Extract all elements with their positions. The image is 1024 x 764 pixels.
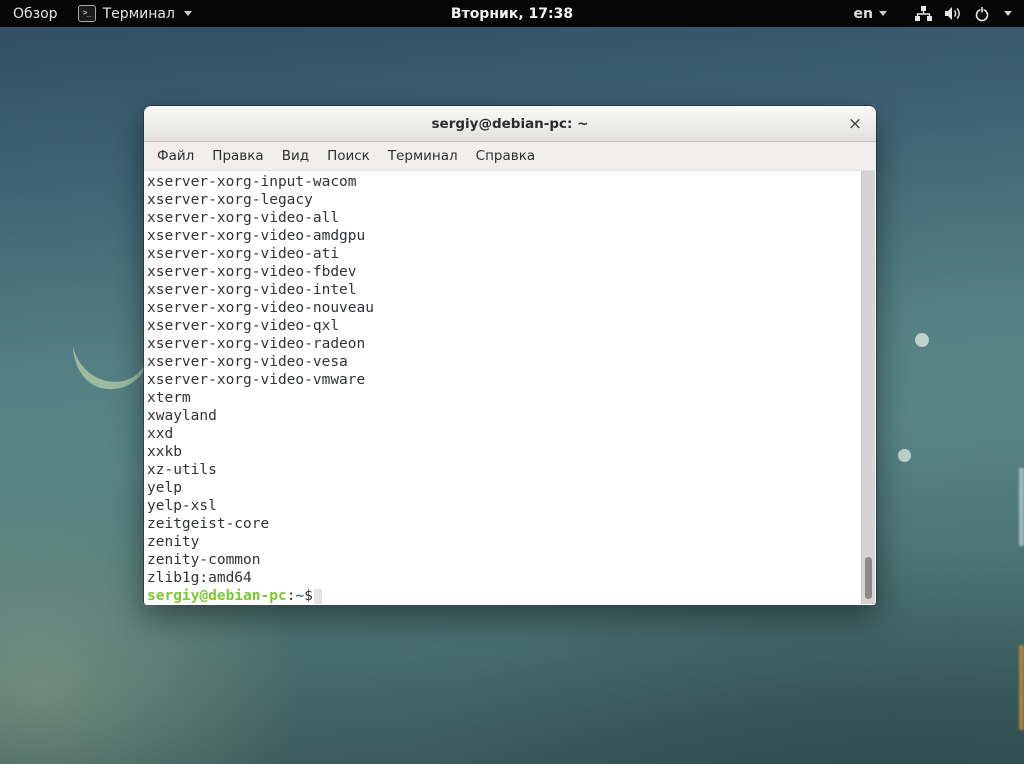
terminal-output: xserver-xorg-input-wacomxserver-xorg-leg…: [144, 171, 876, 587]
terminal-line: zenity-common: [147, 551, 876, 569]
app-menu-label: Терминал: [103, 6, 175, 22]
menu-terminal[interactable]: Терминал: [379, 144, 467, 168]
window-titlebar[interactable]: sergiy@debian-pc: ~ ×: [144, 106, 876, 142]
terminal-line: zenity: [147, 533, 876, 551]
activities-button[interactable]: Обзор: [9, 4, 62, 24]
menu-help[interactable]: Справка: [467, 144, 544, 168]
terminal-line: xwayland: [147, 407, 876, 425]
terminal-line: xz-utils: [147, 461, 876, 479]
app-menu-terminal[interactable]: >_ Терминал: [78, 5, 192, 22]
terminal-line: xserver-xorg-video-intel: [147, 281, 876, 299]
terminal-line: yelp: [147, 479, 876, 497]
clock-label[interactable]: Вторник, 17:38: [451, 6, 573, 22]
terminal-line: xserver-xorg-video-fbdev: [147, 263, 876, 281]
system-status-area[interactable]: [915, 6, 1012, 22]
wallpaper-crescent-shape: [68, 343, 150, 395]
prompt-symbol: $: [304, 587, 313, 605]
close-button[interactable]: ×: [842, 106, 868, 141]
terminal-cursor: [314, 589, 322, 604]
volume-icon: [944, 6, 962, 21]
terminal-line: xserver-xorg-video-radeon: [147, 335, 876, 353]
terminal-line: xxd: [147, 425, 876, 443]
keyboard-layout-label: en: [854, 6, 873, 22]
terminal-line: xserver-xorg-input-wacom: [147, 173, 876, 191]
terminal-line: xserver-xorg-video-vmware: [147, 371, 876, 389]
menu-edit[interactable]: Правка: [203, 144, 272, 168]
terminal-line: yelp-xsl: [147, 497, 876, 515]
power-icon: [974, 6, 990, 22]
top-bar: Обзор >_ Терминал Вторник, 17:38 en: [0, 0, 1024, 27]
terminal-content[interactable]: xserver-xorg-input-wacomxserver-xorg-leg…: [144, 171, 876, 605]
menu-view[interactable]: Вид: [273, 144, 318, 168]
terminal-line: zeitgeist-core: [147, 515, 876, 533]
terminal-line: xserver-xorg-video-ati: [147, 245, 876, 263]
wallpaper-edge-artifact: [1019, 645, 1024, 730]
wallpaper-edge-artifact: [1019, 468, 1024, 546]
terminal-line: xterm: [147, 389, 876, 407]
terminal-line: xserver-xorg-video-nouveau: [147, 299, 876, 317]
terminal-line: xxkb: [147, 443, 876, 461]
terminal-prompt-line: sergiy@debian-pc:~$: [144, 587, 876, 605]
terminal-icon: >_: [78, 5, 96, 22]
terminal-menubar: Файл Правка Вид Поиск Терминал Справка: [144, 142, 876, 171]
wallpaper-dot: [915, 333, 929, 347]
terminal-window: sergiy@debian-pc: ~ × Файл Правка Вид По…: [144, 106, 876, 604]
terminal-line: xserver-xorg-video-amdgpu: [147, 227, 876, 245]
terminal-line: xserver-xorg-video-vesa: [147, 353, 876, 371]
wallpaper-dot: [898, 449, 911, 462]
terminal-line: zlib1g:amd64: [147, 569, 876, 587]
prompt-user-host: sergiy@debian-pc: [147, 587, 287, 605]
prompt-colon: :: [287, 587, 296, 605]
chevron-down-icon: [879, 11, 887, 16]
menu-file[interactable]: Файл: [148, 144, 203, 168]
prompt-path: ~: [295, 587, 304, 605]
terminal-line: xserver-xorg-video-qxl: [147, 317, 876, 335]
chevron-down-icon: [184, 11, 192, 16]
terminal-line: xserver-xorg-video-all: [147, 209, 876, 227]
scrollbar-track[interactable]: [861, 171, 875, 604]
menu-search[interactable]: Поиск: [318, 144, 379, 168]
terminal-line: xserver-xorg-legacy: [147, 191, 876, 209]
window-title: sergiy@debian-pc: ~: [432, 116, 589, 132]
keyboard-layout-indicator[interactable]: en: [854, 6, 887, 22]
chevron-down-icon: [1004, 11, 1012, 16]
scrollbar-thumb[interactable]: [865, 557, 872, 599]
network-icon: [915, 6, 932, 21]
